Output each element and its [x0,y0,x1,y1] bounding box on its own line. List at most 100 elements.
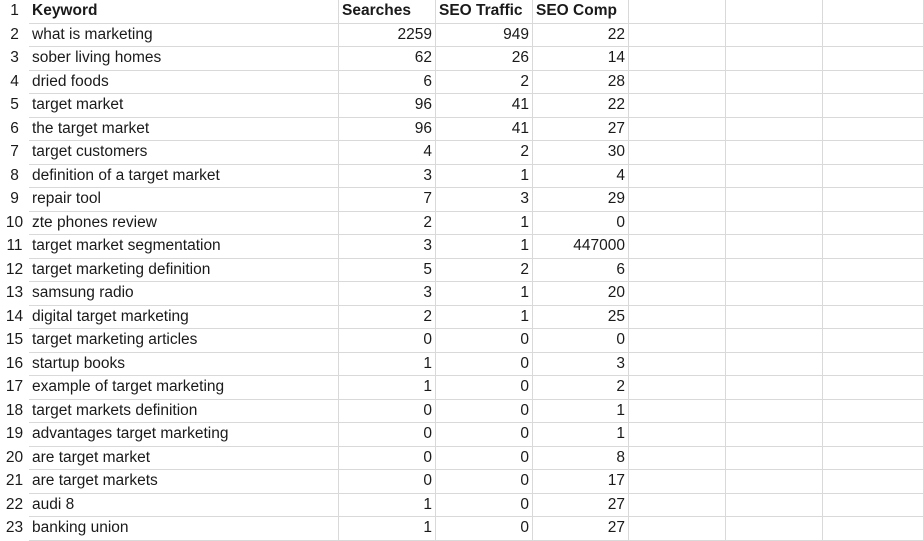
empty-cell[interactable] [629,446,726,470]
cell-seo-traffic[interactable]: 1 [436,211,533,235]
empty-cell[interactable] [823,94,924,118]
cell-searches[interactable]: 4 [339,141,436,165]
empty-cell[interactable] [823,329,924,353]
empty-cell[interactable] [629,470,726,494]
cell-seo-traffic[interactable]: 949 [436,23,533,47]
empty-cell[interactable] [726,211,823,235]
cell-keyword[interactable]: what is marketing [29,23,339,47]
empty-cell[interactable] [823,282,924,306]
cell-seo-traffic[interactable]: 1 [436,305,533,329]
cell-keyword[interactable]: target customers [29,141,339,165]
cell-searches[interactable]: 3 [339,282,436,306]
cell-seo-traffic[interactable]: 0 [436,470,533,494]
cell-keyword[interactable]: target market segmentation [29,235,339,259]
cell-searches[interactable]: 5 [339,258,436,282]
empty-cell[interactable] [726,282,823,306]
cell-seo-comp[interactable]: 4 [533,164,629,188]
empty-cell[interactable] [823,141,924,165]
empty-cell[interactable] [726,188,823,212]
cell-keyword[interactable]: example of target marketing [29,376,339,400]
cell-seo-comp[interactable]: 27 [533,517,629,541]
cell-seo-comp[interactable]: 2 [533,376,629,400]
empty-cell[interactable] [823,70,924,94]
empty-cell[interactable] [823,23,924,47]
cell-keyword[interactable]: definition of a target market [29,164,339,188]
empty-cell[interactable] [629,423,726,447]
empty-cell[interactable] [726,94,823,118]
cell-seo-comp[interactable]: 3 [533,352,629,376]
cell-seo-traffic[interactable]: 0 [436,399,533,423]
empty-cell[interactable] [823,517,924,541]
empty-cell[interactable] [629,235,726,259]
cell-keyword[interactable]: banking union [29,517,339,541]
empty-cell[interactable] [726,0,823,24]
empty-cell[interactable] [629,188,726,212]
cell-seo-traffic[interactable]: 41 [436,117,533,141]
cell-seo-traffic[interactable]: 2 [436,258,533,282]
empty-cell[interactable] [726,399,823,423]
column-header-keyword[interactable]: Keyword [29,0,339,24]
empty-cell[interactable] [726,70,823,94]
cell-searches[interactable]: 2 [339,305,436,329]
cell-searches[interactable]: 1 [339,352,436,376]
cell-seo-comp[interactable]: 1 [533,423,629,447]
cell-searches[interactable]: 96 [339,94,436,118]
cell-keyword[interactable]: repair tool [29,188,339,212]
empty-cell[interactable] [629,164,726,188]
empty-cell[interactable] [629,94,726,118]
empty-cell[interactable] [726,47,823,71]
cell-searches[interactable]: 2259 [339,23,436,47]
empty-cell[interactable] [629,376,726,400]
cell-searches[interactable]: 0 [339,399,436,423]
empty-cell[interactable] [823,352,924,376]
cell-seo-traffic[interactable]: 2 [436,70,533,94]
empty-cell[interactable] [726,141,823,165]
empty-cell[interactable] [629,305,726,329]
empty-cell[interactable] [823,235,924,259]
cell-seo-comp[interactable]: 8 [533,446,629,470]
cell-seo-comp[interactable]: 447000 [533,235,629,259]
cell-searches[interactable]: 0 [339,470,436,494]
empty-cell[interactable] [629,258,726,282]
cell-keyword[interactable]: startup books [29,352,339,376]
cell-seo-comp[interactable]: 30 [533,141,629,165]
empty-cell[interactable] [629,211,726,235]
cell-seo-traffic[interactable]: 41 [436,94,533,118]
cell-seo-traffic[interactable]: 3 [436,188,533,212]
cell-keyword[interactable]: advantages target marketing [29,423,339,447]
cell-searches[interactable]: 0 [339,446,436,470]
cell-seo-comp[interactable]: 25 [533,305,629,329]
empty-cell[interactable] [823,493,924,517]
empty-cell[interactable] [629,329,726,353]
cell-seo-comp[interactable]: 14 [533,47,629,71]
cell-seo-comp[interactable]: 1 [533,399,629,423]
cell-seo-comp[interactable]: 28 [533,70,629,94]
empty-cell[interactable] [629,23,726,47]
cell-seo-traffic[interactable]: 0 [436,329,533,353]
empty-cell[interactable] [726,352,823,376]
empty-cell[interactable] [726,235,823,259]
cell-searches[interactable]: 0 [339,329,436,353]
empty-cell[interactable] [823,423,924,447]
empty-cell[interactable] [726,329,823,353]
cell-seo-traffic[interactable]: 1 [436,164,533,188]
empty-cell[interactable] [823,117,924,141]
cell-seo-traffic[interactable]: 1 [436,282,533,306]
column-header-searches[interactable]: Searches [339,0,436,24]
empty-cell[interactable] [823,446,924,470]
empty-cell[interactable] [726,446,823,470]
cell-keyword[interactable]: target markets definition [29,399,339,423]
cell-seo-comp[interactable]: 27 [533,493,629,517]
cell-keyword[interactable]: are target markets [29,470,339,494]
empty-cell[interactable] [629,493,726,517]
cell-searches[interactable]: 0 [339,423,436,447]
cell-seo-comp[interactable]: 0 [533,211,629,235]
cell-seo-comp[interactable]: 20 [533,282,629,306]
empty-cell[interactable] [629,0,726,24]
cell-keyword[interactable]: target marketing articles [29,329,339,353]
empty-cell[interactable] [726,423,823,447]
cell-seo-traffic[interactable]: 0 [436,517,533,541]
cell-keyword[interactable]: samsung radio [29,282,339,306]
cell-seo-comp[interactable]: 27 [533,117,629,141]
cell-searches[interactable]: 3 [339,235,436,259]
